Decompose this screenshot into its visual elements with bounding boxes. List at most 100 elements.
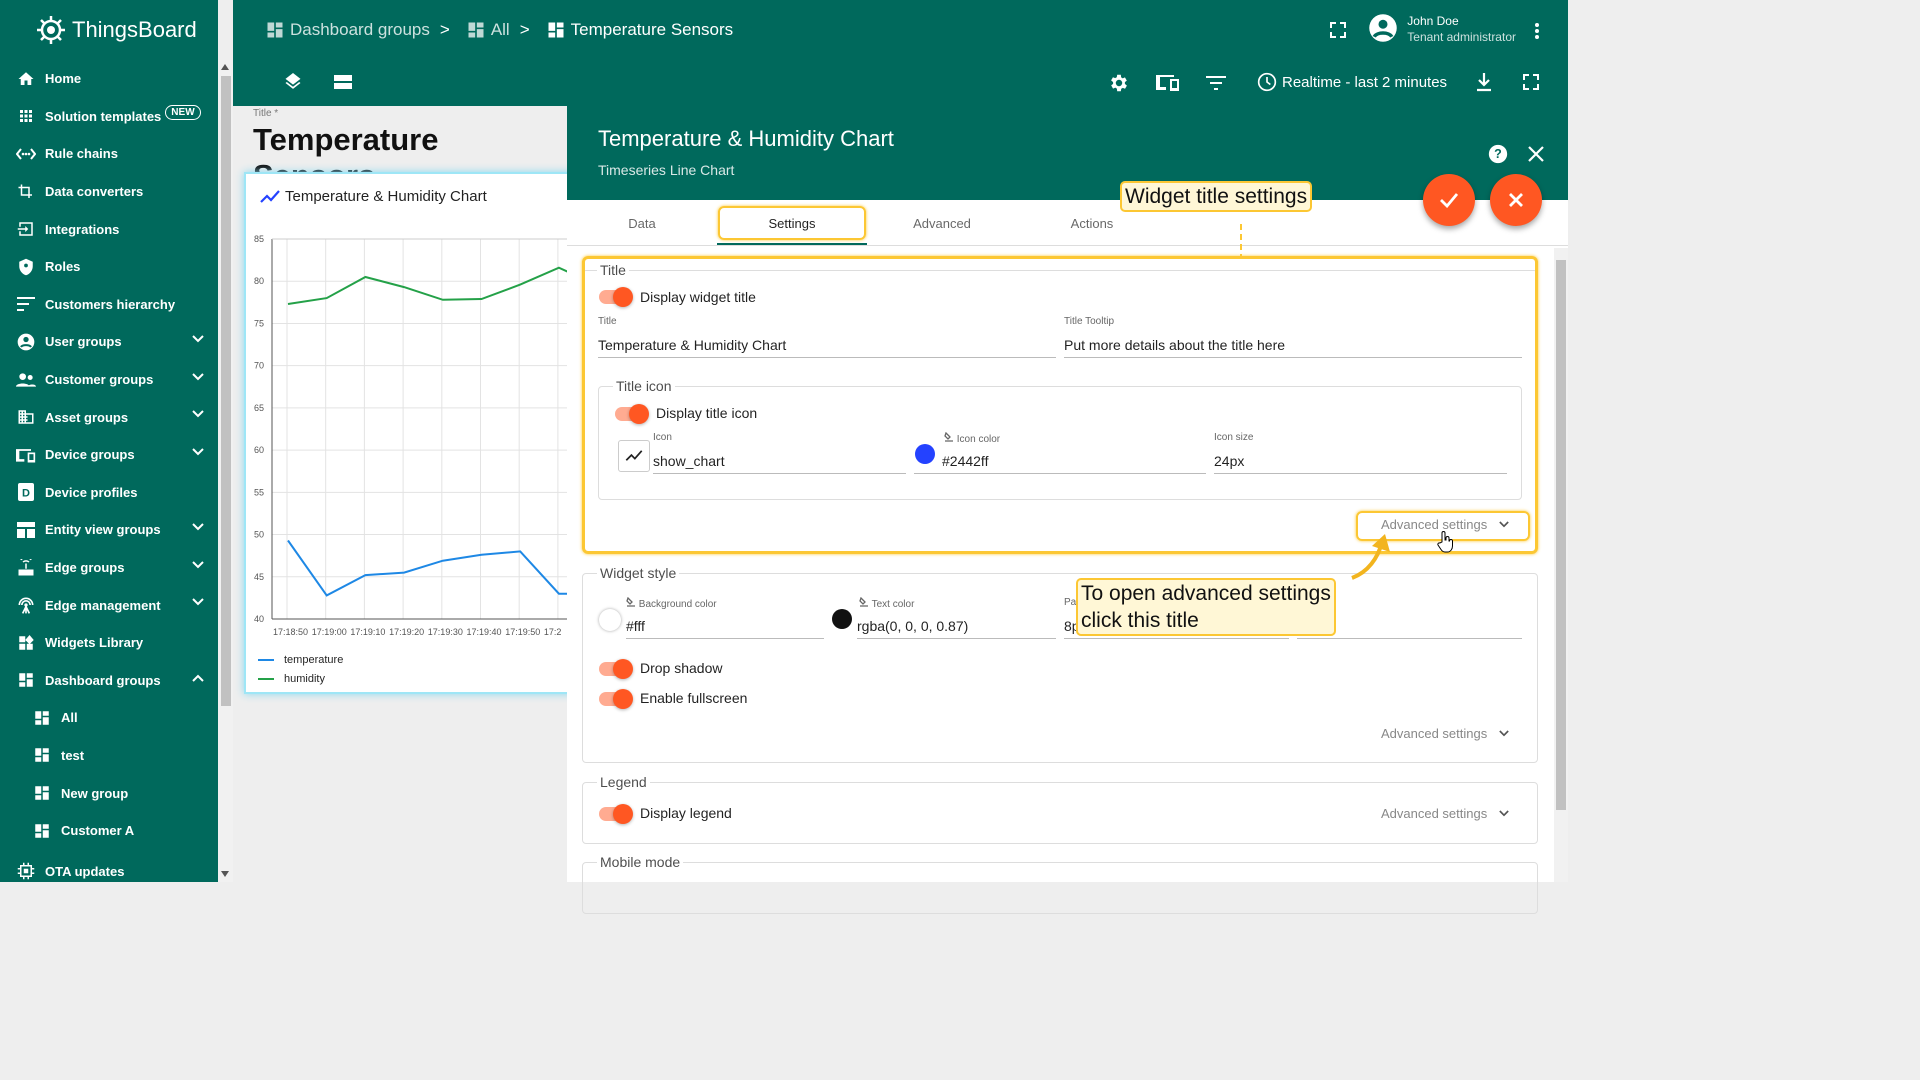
title-field[interactable]: Title Temperature & Humidity Chart xyxy=(598,316,1056,358)
breadcrumb-dashboard-groups[interactable]: Dashboard groups xyxy=(290,20,430,40)
sidebar-item-customer-a[interactable]: Customer A xyxy=(0,812,218,850)
devices-icon[interactable] xyxy=(1156,72,1180,94)
sidebar-item-solution-templates[interactable]: Solution templates NEW xyxy=(0,98,218,136)
timewindow-button[interactable]: Realtime - last 2 minutes xyxy=(1257,72,1447,92)
sidebar-item-entity-view-groups[interactable]: Entity view groups xyxy=(0,511,218,549)
gear-icon[interactable] xyxy=(1108,72,1130,94)
chevron-up-icon[interactable] xyxy=(192,674,204,682)
dashboard-toolbar: Realtime - last 2 minutes xyxy=(233,60,1568,106)
tab-settings[interactable]: Settings xyxy=(717,200,867,246)
sidebar-item-dashboard-groups[interactable]: Dashboard groups xyxy=(0,662,218,700)
sidebar-item-user-groups[interactable]: User groups xyxy=(0,323,218,361)
help-icon[interactable]: ? xyxy=(1488,144,1508,164)
sidebar-item-customers-hierarchy[interactable]: Customers hierarchy xyxy=(0,286,218,324)
chart-widget[interactable]: Temperature & Humidity Chart 85 80 75 70 65 6… xyxy=(244,172,576,694)
sidebar-item-label: Roles xyxy=(45,259,81,275)
group-icon xyxy=(16,370,36,390)
panel-scrollbar-thumb[interactable] xyxy=(1556,260,1566,810)
title-section-legend: Title xyxy=(600,262,626,278)
sidebar-item-home[interactable]: Home xyxy=(0,60,218,98)
decline-button[interactable] xyxy=(1490,174,1542,226)
icon-size-label: Icon size xyxy=(1214,432,1254,443)
breadcrumb-all[interactable]: All xyxy=(491,20,510,40)
display-legend-toggle[interactable] xyxy=(599,804,633,824)
chevron-down-icon[interactable] xyxy=(192,410,204,418)
icon-field[interactable]: Icon show_chart xyxy=(653,432,906,474)
timewindow-label: Realtime - last 2 minutes xyxy=(1282,73,1448,91)
layout-icon[interactable] xyxy=(333,72,353,92)
sidebar-item-roles[interactable]: Roles xyxy=(0,248,218,286)
sidebar-item-label: Edge management xyxy=(45,597,161,613)
chevron-down-icon[interactable] xyxy=(192,523,204,531)
sidebar-item-all[interactable]: All xyxy=(0,699,218,737)
enable-fullscreen-toggle[interactable] xyxy=(599,689,633,709)
callout-arrow xyxy=(1351,534,1390,580)
filter-icon[interactable] xyxy=(1206,75,1226,91)
x-tick-label: 17:18:50 xyxy=(273,627,308,637)
drop-shadow-label: Drop shadow xyxy=(640,660,723,676)
tab-advanced[interactable]: Advanced xyxy=(867,200,1017,246)
chevron-down-icon[interactable] xyxy=(192,561,204,569)
sidebar-item-test[interactable]: test xyxy=(0,737,218,775)
legend-advanced-settings-toggle[interactable]: Advanced settings xyxy=(1381,806,1509,821)
sidebar-item-edge-management[interactable]: Edge management xyxy=(0,586,218,624)
sidebar-item-rule-chains[interactable]: Rule chains xyxy=(0,135,218,173)
more-vert-icon[interactable] xyxy=(1534,22,1540,40)
breadcrumb-temperature-sensors: Temperature Sensors xyxy=(570,20,734,39)
breadcrumb: Dashboard groups > All > Temperature Sen… xyxy=(265,20,733,40)
breadcrumb-separator: > xyxy=(519,20,530,39)
sidebar-item-ota-updates[interactable]: OTA updates xyxy=(0,852,218,882)
text-color-field[interactable]: Text color rgba(0, 0, 0, 0.87) xyxy=(857,596,1056,639)
icon-color-field[interactable]: Icon color #2442ff xyxy=(914,431,1206,474)
icon-preview[interactable] xyxy=(618,440,650,472)
chevron-down-icon[interactable] xyxy=(192,373,204,381)
sidebar-scrollbar-thumb[interactable] xyxy=(221,76,231,706)
fullscreen-icon[interactable] xyxy=(1330,22,1346,38)
sidebar-item-device-profiles[interactable]: D Device profiles xyxy=(0,474,218,512)
display-legend-label: Display legend xyxy=(640,805,732,821)
legend-section-legend: Legend xyxy=(600,774,647,790)
icon-size-field[interactable]: Icon size 24px xyxy=(1214,432,1507,474)
tab-active-ink-bar xyxy=(717,243,867,245)
title-tooltip-field[interactable]: Title Tooltip Put more details about the… xyxy=(1064,316,1522,358)
sidebar-item-edge-groups[interactable]: Edge groups xyxy=(0,549,218,587)
sidebar-item-customer-groups[interactable]: Customer groups xyxy=(0,361,218,399)
apply-button[interactable] xyxy=(1423,174,1475,226)
icon-color-label-text: Icon color xyxy=(956,434,1001,445)
legend-item-humidity[interactable]: humidity xyxy=(258,673,325,685)
background-color-swatch[interactable] xyxy=(599,609,621,631)
scroll-down-arrow-icon[interactable] xyxy=(221,871,229,877)
sidebar-item-asset-groups[interactable]: Asset groups xyxy=(0,398,218,436)
close-icon[interactable] xyxy=(1528,146,1544,162)
chevron-down-icon[interactable] xyxy=(192,598,204,606)
memory-icon xyxy=(16,861,36,881)
user-menu[interactable]: John Doe Tenant administrator xyxy=(1368,12,1516,44)
callout-line: To open advanced settings xyxy=(1081,582,1331,605)
widget-style-legend: Widget style xyxy=(600,565,677,581)
sidebar-item-new-group[interactable]: New group xyxy=(0,774,218,812)
widget-style-advanced-settings-toggle[interactable]: Advanced settings xyxy=(1381,726,1509,741)
sidebar-item-label: Edge groups xyxy=(45,560,125,576)
sidebar-item-widgets-library[interactable]: Widgets Library xyxy=(0,624,218,662)
tab-data[interactable]: Data xyxy=(567,200,717,246)
icon-size-value: 24px xyxy=(1214,453,1245,469)
text-color-swatch[interactable] xyxy=(832,609,852,629)
title-advanced-settings-toggle[interactable]: Advanced settings xyxy=(1381,517,1509,532)
fullscreen-icon[interactable] xyxy=(1523,74,1539,90)
thingsboard-logo[interactable]: ThingsBoard xyxy=(34,12,197,48)
drop-shadow-toggle[interactable] xyxy=(599,659,633,679)
y-tick-label: 55 xyxy=(254,487,264,497)
display-title-icon-toggle[interactable] xyxy=(615,404,649,424)
widget-title: Temperature & Humidity Chart xyxy=(260,188,487,205)
sidebar-item-integrations[interactable]: Integrations xyxy=(0,210,218,248)
sidebar-item-device-groups[interactable]: Device groups xyxy=(0,436,218,474)
chevron-down-icon[interactable] xyxy=(192,448,204,456)
scroll-up-arrow-icon[interactable] xyxy=(221,64,229,70)
layers-icon[interactable] xyxy=(283,72,303,94)
legend-item-temperature[interactable]: temperature xyxy=(258,654,343,666)
display-title-toggle[interactable] xyxy=(599,287,633,307)
background-color-field[interactable]: Background color #fff xyxy=(626,596,824,639)
chevron-down-icon[interactable] xyxy=(192,335,204,343)
sidebar-item-data-converters[interactable]: Data converters xyxy=(0,173,218,211)
download-icon[interactable] xyxy=(1476,72,1492,92)
